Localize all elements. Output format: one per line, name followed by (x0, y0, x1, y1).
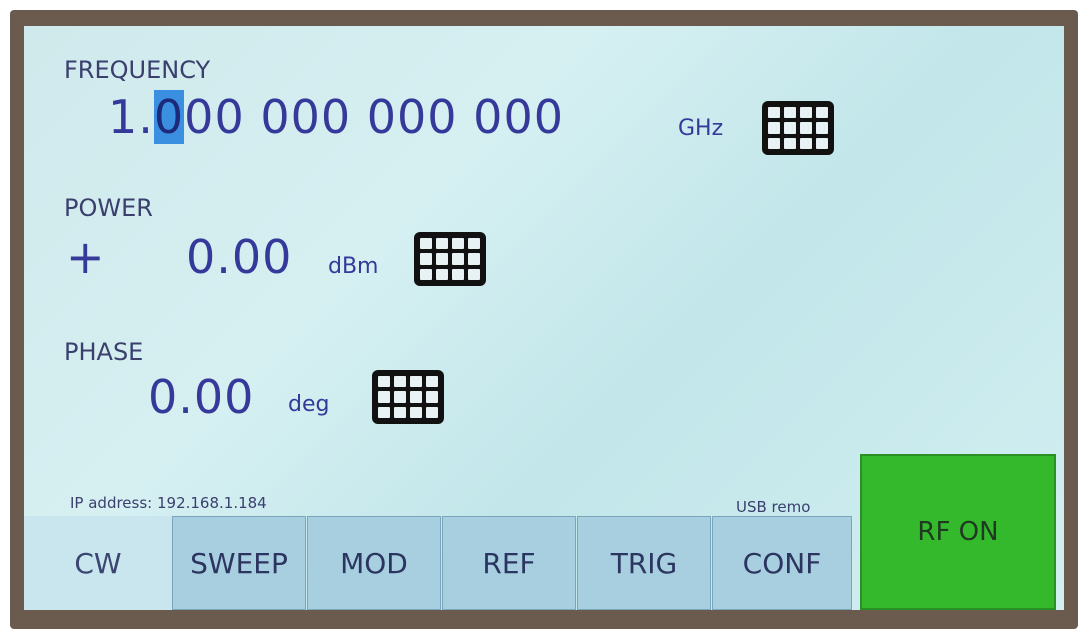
keypad-icon[interactable] (414, 232, 486, 286)
frequency-value[interactable]: 1.000 000 000 000 (108, 90, 564, 144)
power-sign[interactable]: + (66, 230, 106, 284)
power-value[interactable]: 0.00 (186, 230, 292, 284)
tab-conf[interactable]: CONF (712, 516, 852, 610)
tab-cw[interactable]: CW (24, 516, 172, 610)
frequency-value-lead: 1. (108, 90, 154, 144)
phase-label: PHASE (64, 338, 144, 366)
power-unit: dBm (328, 254, 379, 279)
tab-sweep[interactable]: SWEEP (172, 516, 306, 610)
power-label: POWER (64, 194, 153, 222)
ip-address-status: IP address: 192.168.1.184 (70, 494, 267, 512)
remote-status: USB remo (736, 498, 811, 516)
mode-tab-bar: CW SWEEP MOD REF TRIG CONF (24, 516, 854, 610)
frequency-unit: GHz (678, 116, 724, 141)
frequency-value-rest: 00 000 000 000 (184, 90, 564, 144)
rf-on-button[interactable]: RF ON (860, 454, 1056, 610)
touch-screen: FREQUENCY 1.000 000 000 000 GHz POWER + … (24, 26, 1064, 610)
phase-value[interactable]: 0.00 (148, 370, 254, 424)
keypad-icon[interactable] (762, 101, 834, 155)
phase-unit: deg (288, 392, 330, 417)
tab-mod[interactable]: MOD (307, 516, 441, 610)
frequency-label: FREQUENCY (64, 56, 211, 84)
tab-trig[interactable]: TRIG (577, 516, 711, 610)
tab-ref[interactable]: REF (442, 516, 576, 610)
frequency-digit-cursor[interactable]: 0 (153, 90, 185, 144)
keypad-icon[interactable] (372, 370, 444, 424)
